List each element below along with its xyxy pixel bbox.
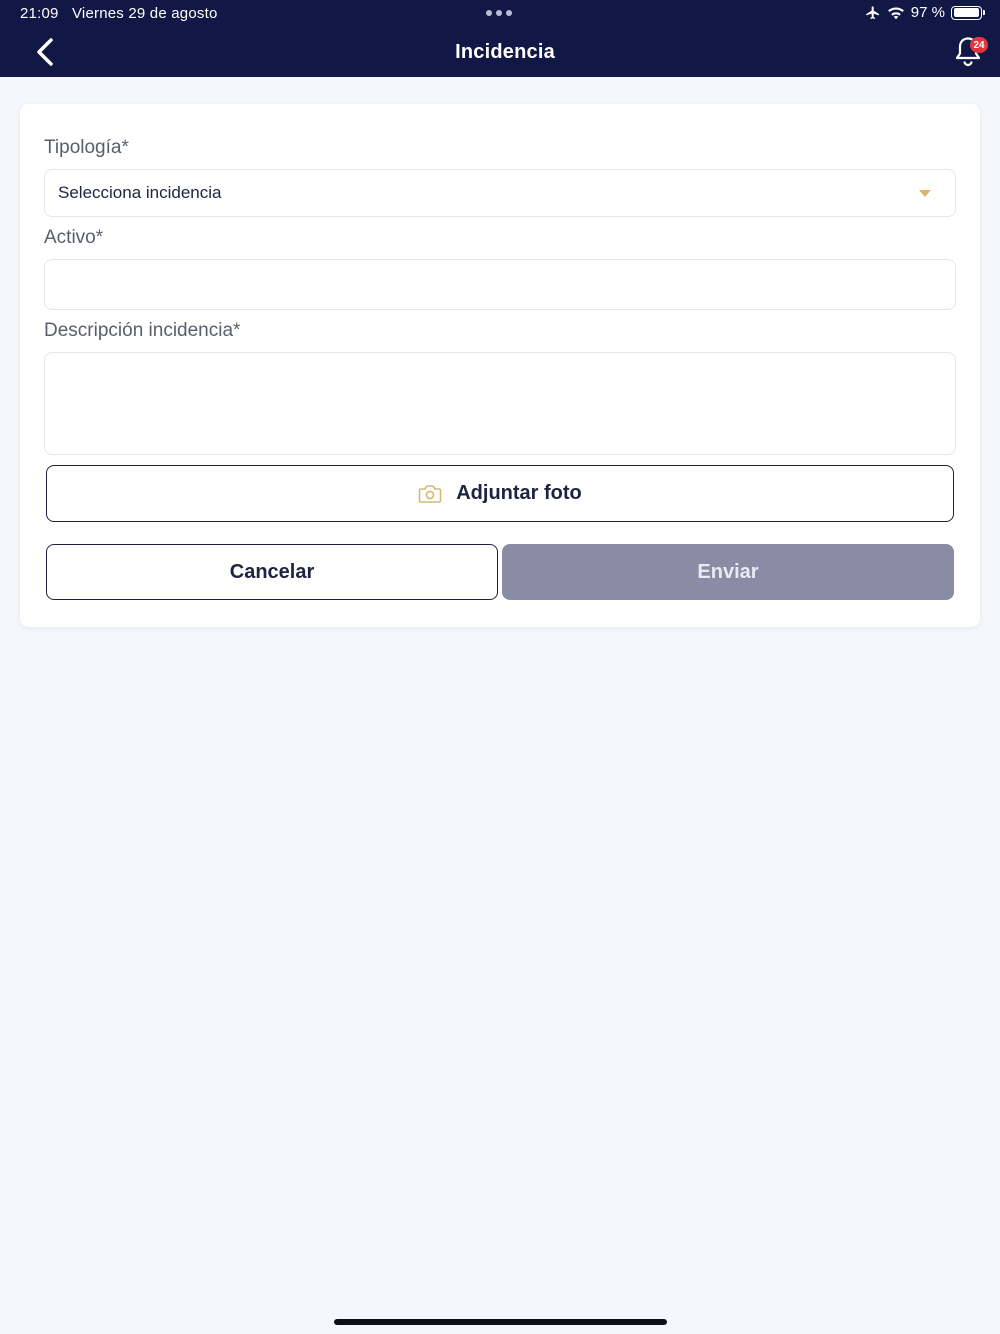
attach-photo-button[interactable]: Adjuntar foto bbox=[46, 465, 954, 522]
send-label: Enviar bbox=[697, 560, 759, 583]
descripcion-textarea[interactable] bbox=[44, 352, 956, 455]
activo-input[interactable] bbox=[44, 259, 956, 310]
activo-label: Activo* bbox=[44, 227, 104, 248]
tipologia-select[interactable]: Selecciona incidencia bbox=[44, 169, 956, 217]
status-right: 97 % bbox=[865, 4, 985, 21]
attach-photo-label: Adjuntar foto bbox=[456, 482, 582, 504]
page-title: Incidencia bbox=[455, 41, 555, 63]
notification-badge: 24 bbox=[970, 37, 988, 53]
status-time: 21:09 bbox=[20, 5, 59, 22]
cancel-button[interactable]: Cancelar bbox=[46, 544, 498, 600]
tipologia-label: Tipología* bbox=[44, 137, 129, 158]
send-button[interactable]: Enviar bbox=[502, 544, 954, 600]
chevron-down-icon bbox=[919, 190, 931, 197]
status-date: Viernes 29 de agosto bbox=[72, 5, 218, 22]
tipologia-selected-value: Selecciona incidencia bbox=[58, 183, 222, 202]
descripcion-label: Descripción incidencia* bbox=[44, 320, 241, 341]
battery-percentage: 97 % bbox=[910, 4, 945, 21]
battery-icon bbox=[951, 5, 985, 20]
top-bar: 21:09 Viernes 29 de agosto 97 % Incidenc… bbox=[0, 0, 1000, 77]
cancel-label: Cancelar bbox=[229, 560, 315, 583]
wifi-icon bbox=[887, 7, 904, 19]
multitasking-dots-icon[interactable] bbox=[486, 10, 512, 16]
home-indicator[interactable] bbox=[334, 1319, 667, 1325]
camera-icon bbox=[418, 484, 442, 503]
airplane-icon bbox=[866, 5, 879, 19]
